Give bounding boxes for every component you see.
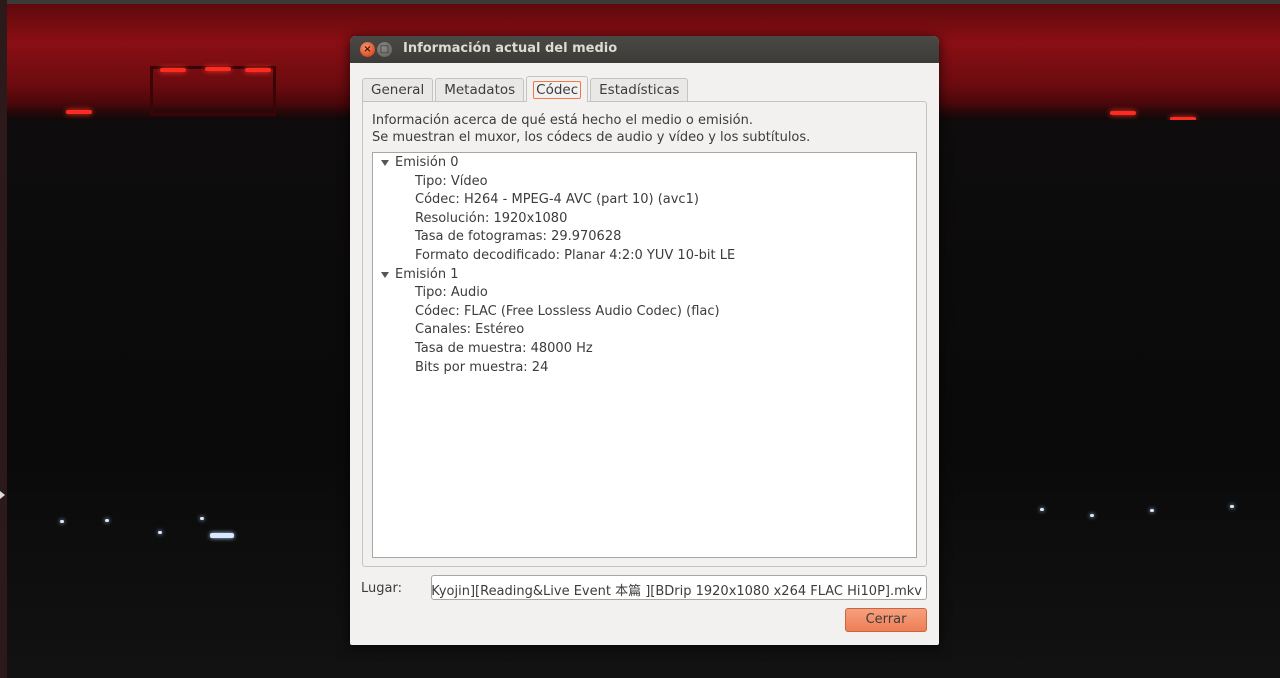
window-maximize-button[interactable]: □	[377, 42, 392, 57]
tab-label: Metadatos	[444, 82, 516, 98]
tab-metadata[interactable]: Metadatos	[435, 78, 525, 101]
expander-triangle-icon[interactable]	[381, 271, 389, 278]
description-line: Se muestran el muxor, los códecs de audi…	[372, 130, 811, 145]
location-field[interactable]: Kyojin][Reading&Live Event 本篇 ][BDrip 19…	[431, 575, 927, 600]
tree-property-row[interactable]: Bits por muestra: 24	[373, 359, 916, 378]
launcher-edge[interactable]	[0, 0, 7, 678]
stage-light	[160, 68, 186, 72]
crowd-light	[210, 533, 234, 538]
location-label: Lugar:	[361, 581, 402, 596]
close-button-label: Cerrar	[865, 612, 907, 627]
tab-label: Códec	[533, 80, 582, 99]
expander-triangle-icon[interactable]	[381, 160, 389, 166]
codec-panel: Información acerca de qué está hecho el …	[362, 101, 927, 567]
tab-statistics[interactable]: Estadísticas	[590, 78, 689, 101]
window-title: Información actual del medio	[403, 41, 618, 56]
tree-stream-row[interactable]: Emisión 1	[373, 266, 916, 285]
stage-light	[245, 68, 271, 72]
tree-property-row[interactable]: Canales: Estéreo	[373, 321, 916, 340]
stage-light	[1110, 111, 1136, 115]
crowd-light	[60, 520, 64, 523]
stage-rig	[150, 66, 276, 116]
tab-label: Estadísticas	[599, 82, 680, 98]
crowd-light	[200, 517, 204, 520]
stage-light	[205, 67, 231, 71]
crowd-light	[158, 531, 162, 534]
crowd-light	[1230, 505, 1234, 508]
codec-description: Información acerca de qué está hecho el …	[372, 112, 810, 146]
tree-property-row[interactable]: Códec: H264 - MPEG-4 AVC (part 10) (avc1…	[373, 191, 916, 210]
tab-codec[interactable]: Códec	[526, 76, 589, 102]
maximize-icon: □	[379, 43, 390, 55]
crowd-light	[1090, 514, 1094, 517]
tree-property-row[interactable]: Formato decodificado: Planar 4:2:0 YUV 1…	[373, 247, 916, 266]
close-dialog-button[interactable]: Cerrar	[845, 608, 927, 632]
stage-light	[66, 110, 92, 114]
launcher-arrow-icon	[0, 491, 5, 499]
media-info-dialog: × □ Información actual del medio General…	[350, 36, 939, 645]
close-icon: ×	[363, 43, 372, 55]
tab-label: General	[371, 82, 425, 98]
tree-property-row[interactable]: Resolución: 1920x1080	[373, 210, 916, 229]
tab-general[interactable]: General	[362, 78, 434, 101]
stream-label: Emisión 0	[395, 155, 459, 170]
crowd-light	[105, 519, 109, 522]
tree-property-row[interactable]: Tasa de fotogramas: 29.970628	[373, 228, 916, 247]
description-line: Información acerca de qué está hecho el …	[372, 113, 753, 128]
tree-stream-row[interactable]: Emisión 0	[373, 154, 916, 173]
location-value: Kyojin][Reading&Live Event 本篇 ][BDrip 19…	[431, 584, 922, 599]
crowd-light	[1040, 508, 1044, 511]
tree-property-row[interactable]: Códec: FLAC (Free Lossless Audio Codec) …	[373, 303, 916, 322]
tree-property-row[interactable]: Tasa de muestra: 48000 Hz	[373, 340, 916, 359]
tree-property-row[interactable]: Tipo: Audio	[373, 284, 916, 303]
tree-property-row[interactable]: Tipo: Vídeo	[373, 173, 916, 192]
crowd-light	[1150, 509, 1154, 512]
tab-bar: General Metadatos Códec Estadísticas	[362, 76, 690, 102]
title-bar[interactable]: × □ Información actual del medio	[350, 36, 939, 63]
window-close-button[interactable]: ×	[360, 42, 375, 57]
top-panel	[0, 0, 1280, 4]
stream-label: Emisión 1	[395, 266, 459, 282]
codec-tree[interactable]: Emisión 0 Tipo: Vídeo Códec: H264 - MPEG…	[372, 152, 917, 558]
